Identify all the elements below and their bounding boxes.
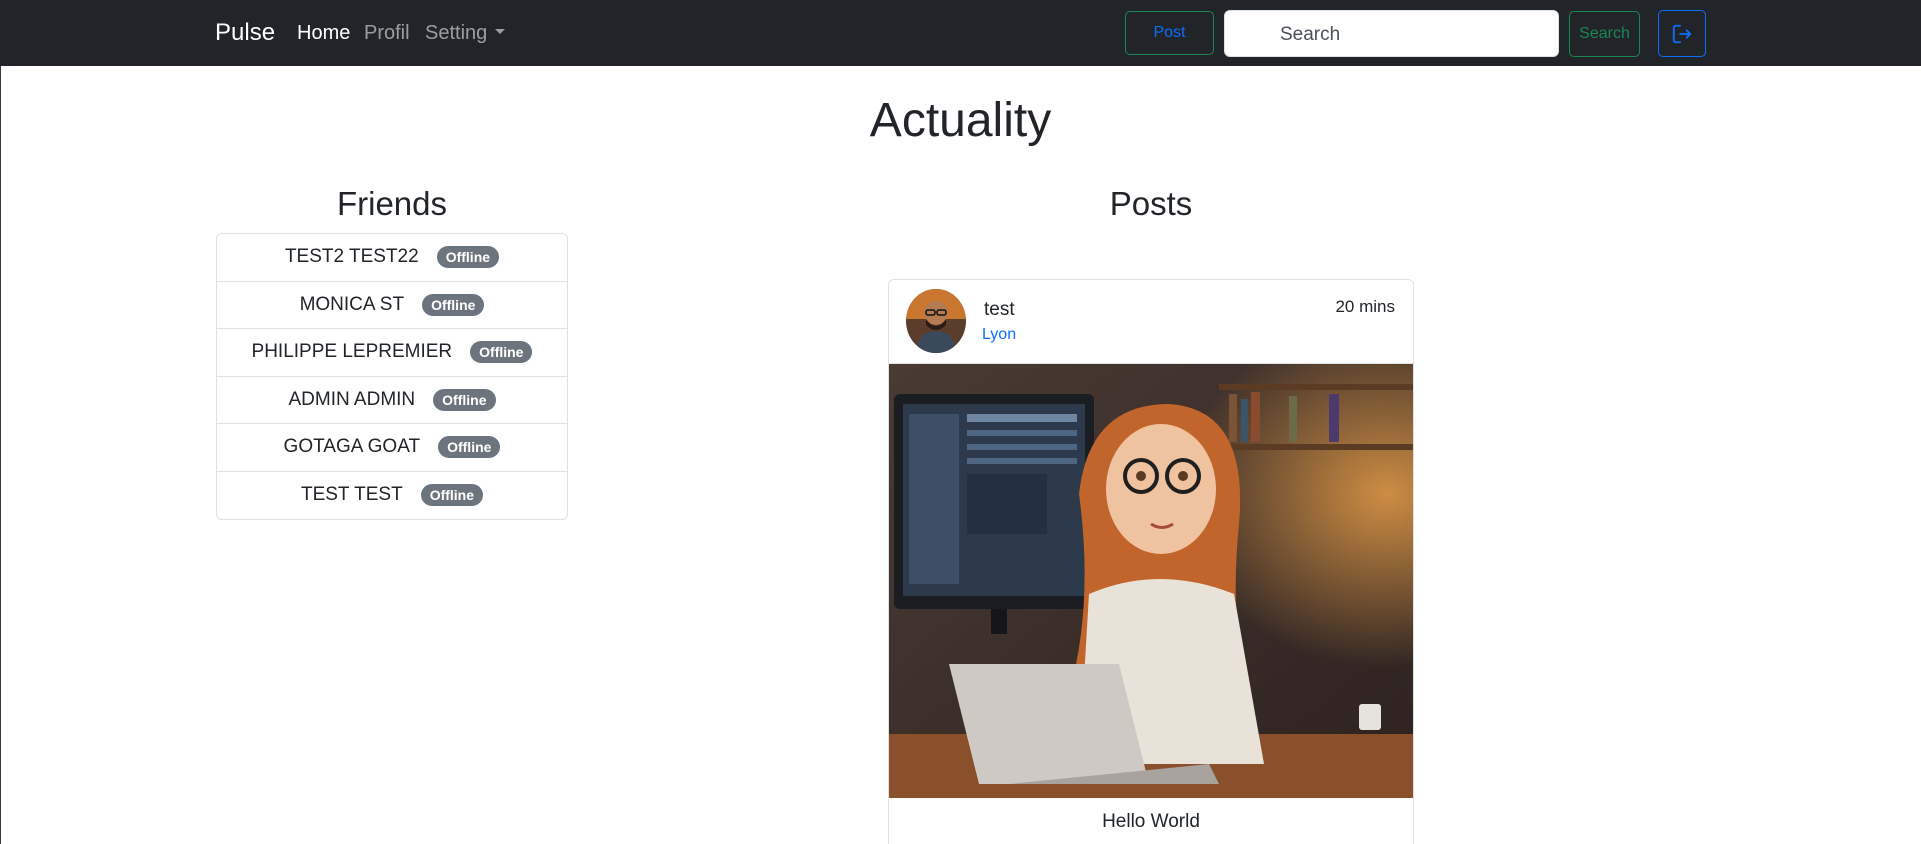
friend-item[interactable]: ADMIN ADMIN Offline [217,377,567,424]
top-navbar: Pulse Home Profil Setting Post Search Se… [0,0,1921,66]
post-image [889,364,1413,798]
friend-name: MONICA ST [299,293,405,315]
status-badge: Offline [436,246,500,269]
post-text: Hello World [1102,811,1200,832]
logout-icon [1672,24,1692,43]
friend-item[interactable]: GOTAGA GOAT Offline [217,424,567,472]
page-title: Actuality [869,94,1052,147]
nav-setting-label: Setting [425,22,488,44]
search-button[interactable]: Search [1569,11,1640,57]
post-username[interactable]: test [984,299,1015,321]
nav-home[interactable]: Home [297,22,350,45]
friend-item[interactable]: PHILIPPE LEPREMIER Offline [217,329,567,377]
avatar[interactable] [906,289,966,353]
friends-list: TEST2 TEST22 Offline MONICA ST Offline P… [216,233,568,520]
friend-item[interactable]: TEST TEST Offline [217,472,567,520]
friend-item[interactable]: TEST2 TEST22 Offline [217,234,567,282]
friend-name: GOTAGA GOAT [283,436,421,458]
friend-name: ADMIN ADMIN [288,388,416,410]
logout-button[interactable] [1658,10,1706,57]
friend-name: TEST TEST [300,484,403,506]
post-timestamp: 20 mins [1335,297,1395,316]
nav-setting-dropdown[interactable]: Setting [425,22,506,45]
status-badge: Offline [438,436,501,459]
post-button[interactable]: Post [1125,11,1214,55]
friend-item[interactable]: MONICA ST Offline [217,282,567,329]
search-input[interactable]: Search [1224,10,1559,57]
friend-name: TEST2 TEST22 [284,246,419,268]
posts-heading: Posts [1109,185,1193,222]
friends-heading: Friends [336,185,448,222]
post-card: test Lyon 20 mins Hello World [888,279,1414,844]
post-location-link[interactable]: Lyon [982,326,1016,344]
status-badge: Offline [420,484,484,507]
status-badge: Offline [470,341,533,364]
friend-name: PHILIPPE LEPREMIER [251,341,453,363]
nav-profil[interactable]: Profil [364,22,410,45]
post-header: test Lyon 20 mins [889,280,1413,364]
search-placeholder: Search [1280,24,1341,45]
status-badge: Offline [422,293,485,316]
status-badge: Offline [433,388,496,411]
brand-logo[interactable]: Pulse [215,19,275,47]
chevron-down-icon [495,29,506,35]
